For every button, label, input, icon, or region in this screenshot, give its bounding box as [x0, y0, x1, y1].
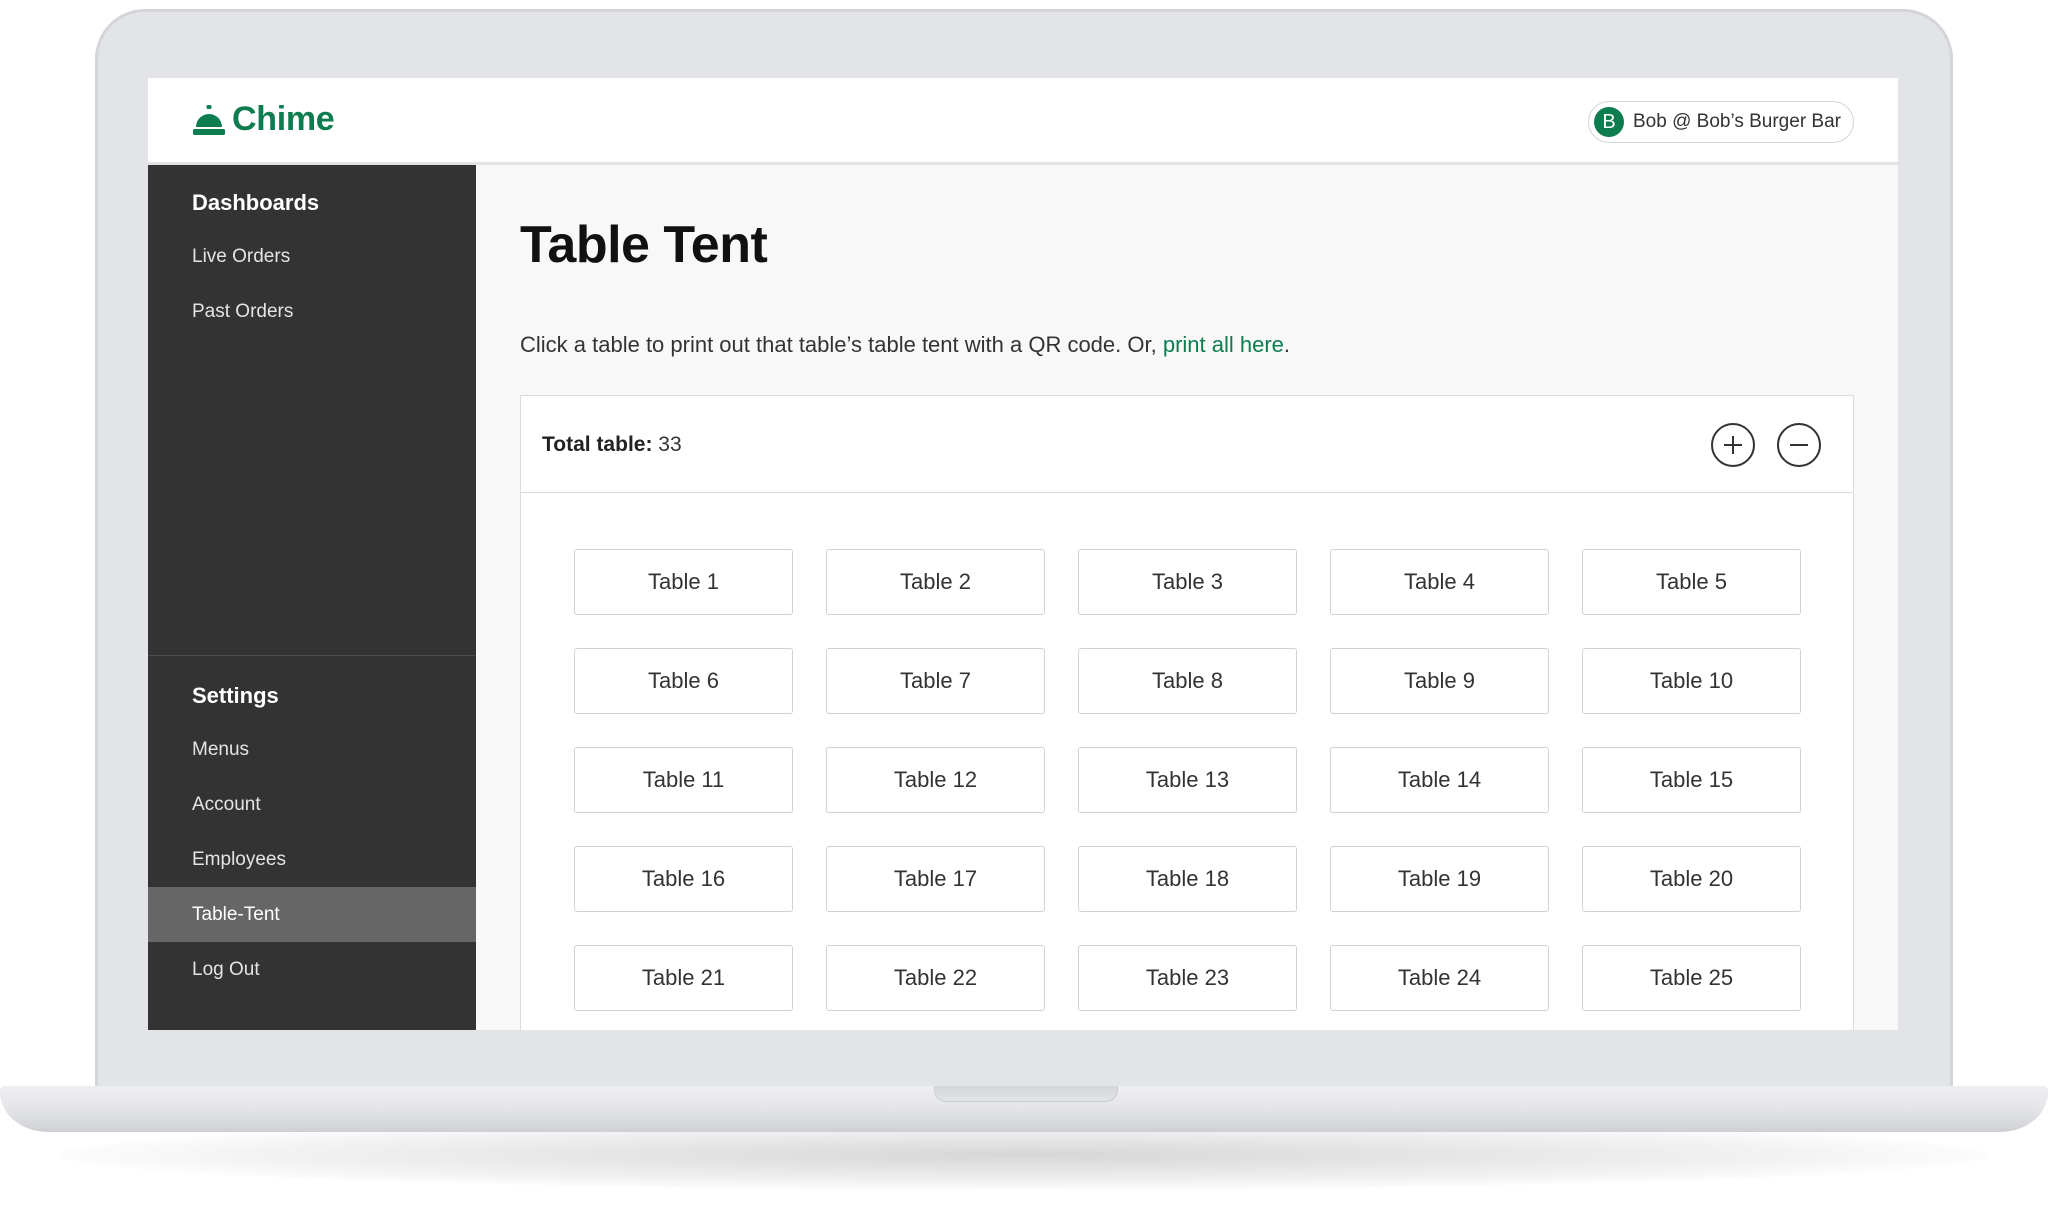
app-screen: Chime B Bob @ Bob’s Burger Bar Dashboard…	[148, 78, 1898, 1030]
sidebar-item-log-out[interactable]: Log Out	[148, 942, 476, 997]
total-tables-value: 33	[658, 433, 682, 456]
sidebar-item-table-tent[interactable]: Table-Tent	[148, 887, 476, 942]
sidebar-heading-dashboards: Dashboards	[192, 190, 320, 215]
brand-name: Chime	[232, 100, 335, 138]
page-title: Table Tent	[520, 216, 768, 274]
intro-text: Click a table to print out that table’s …	[520, 332, 1290, 358]
table-button[interactable]: Table 25	[1582, 945, 1801, 1011]
table-button[interactable]: Table 13	[1078, 747, 1297, 813]
table-button[interactable]: Table 21	[574, 945, 793, 1011]
sidebar-item-label: Menus	[192, 738, 250, 760]
minus-icon	[1790, 444, 1808, 446]
table-button[interactable]: Table 8	[1078, 648, 1297, 714]
table-button[interactable]: Table 4	[1330, 549, 1549, 615]
table-button[interactable]: Table 5	[1582, 549, 1801, 615]
sidebar-item-label: Past Orders	[192, 300, 294, 322]
table-button[interactable]: Table 19	[1330, 846, 1549, 912]
sidebar-divider	[148, 655, 476, 656]
laptop-notch	[934, 1086, 1118, 1102]
user-name: Bob @ Bob’s Burger Bar	[1633, 111, 1841, 132]
add-table-button[interactable]	[1711, 423, 1755, 467]
plus-icon	[1724, 436, 1742, 454]
sidebar-item-label: Live Orders	[192, 245, 291, 267]
top-bar: Chime B Bob @ Bob’s Burger Bar	[148, 78, 1898, 165]
table-button[interactable]: Table 10	[1582, 648, 1801, 714]
table-button[interactable]: Table 20	[1582, 846, 1801, 912]
sidebar-item-employees[interactable]: Employees	[148, 832, 476, 887]
table-card: Total table: 33 Table 1 Table 2 Table 3 Tab…	[520, 395, 1854, 1030]
table-grid: Table 1 Table 2 Table 3 Table 4 Table 5 Table…	[574, 549, 1801, 1011]
table-button[interactable]: Table 18	[1078, 846, 1297, 912]
intro-text-end: .	[1283, 332, 1291, 357]
main-content: Table Tent Click a table to print out th…	[476, 165, 1898, 1030]
table-button[interactable]: Table 14	[1330, 747, 1549, 813]
table-button[interactable]: Table 11	[574, 747, 793, 813]
table-button[interactable]: Table 16	[574, 846, 793, 912]
table-button[interactable]: Table 6	[574, 648, 793, 714]
print-all-link[interactable]: print all here	[1163, 332, 1284, 357]
table-card-header: Total table: 33	[521, 396, 1853, 493]
sidebar-item-live-orders[interactable]: Live Orders	[148, 229, 476, 284]
sidebar-item-account[interactable]: Account	[148, 777, 476, 832]
sidebar-item-label: Log Out	[192, 958, 260, 980]
avatar: B	[1594, 107, 1624, 137]
table-button[interactable]: Table 22	[826, 945, 1045, 1011]
sidebar-item-label: Employees	[192, 848, 286, 870]
sidebar-item-label: Account	[192, 793, 261, 815]
user-menu-button[interactable]: B Bob @ Bob’s Burger Bar	[1588, 101, 1854, 143]
intro-text-body: Click a table to print out that table’s …	[520, 332, 1163, 357]
sidebar: Dashboards Live Orders Past Orders Setti…	[148, 165, 476, 1030]
table-button[interactable]: Table 12	[826, 747, 1045, 813]
remove-table-button[interactable]	[1777, 423, 1821, 467]
sidebar-heading-settings: Settings	[192, 683, 279, 708]
table-button[interactable]: Table 24	[1330, 945, 1549, 1011]
sidebar-item-past-orders[interactable]: Past Orders	[148, 284, 476, 339]
table-button[interactable]: Table 15	[1582, 747, 1801, 813]
total-tables-label: Total table:	[542, 433, 653, 456]
table-button[interactable]: Table 9	[1330, 648, 1549, 714]
sidebar-item-label: Table-Tent	[192, 903, 280, 925]
table-button[interactable]: Table 2	[826, 549, 1045, 615]
sidebar-item-menus[interactable]: Menus	[148, 722, 476, 777]
service-bell-icon	[193, 104, 225, 135]
table-button[interactable]: Table 3	[1078, 549, 1297, 615]
table-button[interactable]: Table 1	[574, 549, 793, 615]
table-button[interactable]: Table 7	[826, 648, 1045, 714]
table-button[interactable]: Table 23	[1078, 945, 1297, 1011]
table-button[interactable]: Table 17	[826, 846, 1045, 912]
total-tables: Total table: 33	[542, 433, 682, 457]
brand[interactable]: Chime	[191, 100, 335, 139]
